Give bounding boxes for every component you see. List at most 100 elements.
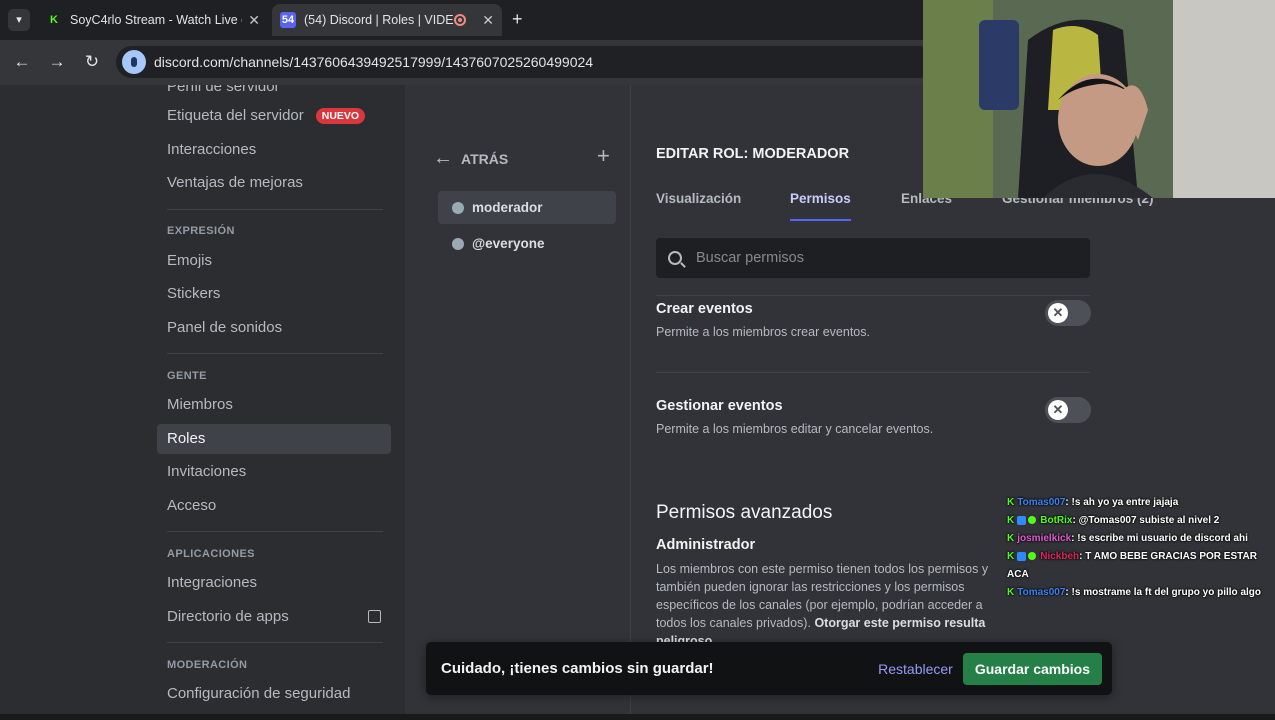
role-color-dot [452, 201, 464, 214]
unsaved-changes-bar: Cuidado, ¡tienes cambios sin guardar! Re… [426, 642, 1112, 695]
sidebar-item-server-tag[interactable]: Etiqueta del servidor NUEVO [157, 101, 391, 131]
role-list-panel: ← ATRÁS + moderador @everyone [405, 85, 631, 720]
discord-logo-icon: 54 [280, 12, 296, 28]
sidebar-item-label: Etiqueta del servidor [167, 107, 304, 124]
search-icon [668, 251, 682, 265]
tab-search-button[interactable]: ▾ [8, 9, 30, 31]
close-icon[interactable]: ✕ [482, 12, 494, 29]
webcam-overlay [923, 0, 1275, 198]
section-header-people: GENTE [167, 370, 207, 382]
role-color-dot [452, 237, 464, 250]
stream-chat-overlay: K Tomas007: !s ah yo ya entre jajaja K BotR… [1007, 494, 1275, 602]
sidebar-item-interactions[interactable]: Interacciones [157, 135, 391, 165]
back-label: ATRÁS [461, 150, 509, 167]
divider [167, 642, 383, 643]
reload-icon[interactable]: ↻ [82, 52, 102, 72]
back-button[interactable]: ← ATRÁS [433, 147, 508, 170]
browser-tab-discord[interactable]: 54 (54) Discord | Roles | VIDEO ✕ [272, 4, 502, 36]
permission-title: Administrador [656, 537, 756, 553]
sidebar-item-stickers[interactable]: Stickers [157, 279, 391, 309]
new-tab-button[interactable]: + [512, 9, 523, 30]
new-badge: NUEVO [315, 108, 366, 125]
verified-icon [1028, 552, 1037, 561]
kick-badge-icon: K [1007, 497, 1015, 508]
sidebar-item-soundboard[interactable]: Panel de sonidos [157, 313, 391, 343]
permission-title: Crear eventos [656, 301, 753, 317]
chat-username[interactable]: Tomas007 [1017, 587, 1065, 598]
sidebar-item-roles[interactable]: Roles [157, 424, 391, 454]
chat-username[interactable]: Nickbeh [1040, 551, 1079, 562]
sidebar-item-app-directory[interactable]: Directorio de apps [157, 602, 391, 632]
back-arrow-icon: ← [433, 147, 453, 169]
create-role-plus-icon[interactable]: + [597, 143, 610, 169]
chat-username[interactable]: BotRix [1040, 515, 1072, 526]
chat-message: K Tomas007: !s ah yo ya entre jajaja [1007, 494, 1275, 512]
role-name: moderador [472, 200, 543, 215]
sidebar-item-label: Directorio de apps [167, 608, 289, 625]
permission-toggle-create-events[interactable]: ✕ [1045, 300, 1091, 326]
section-header-apps: APLICACIONES [167, 548, 255, 560]
verified-icon [1028, 516, 1037, 525]
close-icon[interactable]: ✕ [248, 12, 260, 29]
chat-username[interactable]: josmielkick [1017, 533, 1071, 544]
sidebar-item-invites[interactable]: Invitaciones [157, 457, 391, 487]
section-header-expression: EXPRESIÓN [167, 225, 235, 237]
divider [656, 295, 1090, 296]
kick-badge-icon: K [1007, 515, 1015, 526]
unsaved-message: Cuidado, ¡tienes cambios sin guardar! [441, 660, 714, 677]
sidebar-item-members[interactable]: Miembros [157, 390, 391, 420]
kick-logo-icon: K [50, 14, 58, 26]
external-link-icon [368, 610, 381, 623]
sidebar-item-emojis[interactable]: Emojis [157, 246, 391, 276]
taskbar-strip [0, 714, 1275, 720]
address-bar[interactable]: discord.com/channels/1437606439492517999… [116, 46, 936, 78]
search-placeholder: Buscar permisos [696, 250, 804, 266]
recording-icon [454, 14, 467, 26]
divider [167, 531, 383, 532]
tab-permissions[interactable]: Permisos [790, 191, 851, 221]
badge-icon [1017, 515, 1027, 525]
x-icon: ✕ [1048, 400, 1068, 420]
chat-message: K BotRix: @Tomas007 subiste al nivel 2 [1007, 512, 1275, 530]
chat-username[interactable]: Tomas007 [1017, 497, 1065, 508]
section-header-moderation: MODERACIÓN [167, 659, 248, 671]
section-heading: Permisos avanzados [656, 502, 833, 523]
permission-description: Permite a los miembros crear eventos. [656, 325, 870, 339]
save-changes-button[interactable]: Guardar cambios [962, 652, 1102, 685]
sidebar-item-safety-setup[interactable]: Configuración de seguridad [157, 679, 391, 709]
browser-tab-kick[interactable]: K SoyC4rlo Stream - Watch Live o ✕ [38, 4, 268, 36]
tab-title: SoyC4rlo Stream - Watch Live o [70, 13, 243, 27]
sidebar-item-integrations[interactable]: Integraciones [157, 568, 391, 598]
role-item-everyone[interactable]: @everyone [438, 227, 616, 260]
settings-sidebar: Perfil de servidor Etiqueta del servidor… [0, 85, 405, 720]
divider [656, 372, 1090, 373]
chat-message: K Tomas007: !s mostrame la ft del grupo y… [1007, 584, 1275, 602]
sidebar-item-server-profile[interactable]: Perfil de servidor [157, 85, 391, 102]
reset-button[interactable]: Restablecer [878, 661, 953, 677]
webcam-image [923, 0, 1275, 198]
permission-title: Gestionar eventos [656, 398, 783, 414]
forward-arrow-icon[interactable]: → [47, 52, 67, 72]
chat-text: : !s mostrame la ft del grupo yo pillo a… [1065, 587, 1261, 598]
role-name: @everyone [472, 236, 545, 251]
kick-badge-icon: K [1007, 551, 1015, 562]
chat-text: : !s ah yo ya entre jajaja [1065, 497, 1179, 508]
chat-message: Kjosmielkick: !s escribe mi usuario de d… [1007, 530, 1275, 548]
tab-title: (54) Discord | Roles | VIDEO [304, 13, 455, 27]
role-item-moderador[interactable]: moderador [438, 191, 616, 224]
permission-description: Los miembros con este permiso tienen tod… [656, 560, 1016, 650]
chat-text: : !s escribe mi usuario de discord ahi [1071, 533, 1248, 544]
chat-message: K Nickbeh: T AMO BEBE GRACIAS POR ESTAR A… [1007, 548, 1275, 584]
sidebar-item-access[interactable]: Acceso [157, 491, 391, 521]
tab-display[interactable]: Visualización [656, 191, 741, 221]
divider [167, 353, 383, 354]
page-title: EDITAR ROL: MODERADOR [656, 146, 850, 162]
screen: ▾ K SoyC4rlo Stream - Watch Live o ✕ 54 … [0, 0, 1275, 720]
sidebar-item-boost-perks[interactable]: Ventajas de mejoras [157, 168, 391, 198]
back-arrow-icon[interactable]: ← [12, 52, 32, 72]
microphone-icon[interactable] [122, 50, 146, 74]
permission-toggle-manage-events[interactable]: ✕ [1045, 397, 1091, 423]
divider [167, 209, 383, 210]
search-permissions-input[interactable]: Buscar permisos [656, 238, 1090, 278]
kick-badge-icon: K [1007, 587, 1015, 598]
